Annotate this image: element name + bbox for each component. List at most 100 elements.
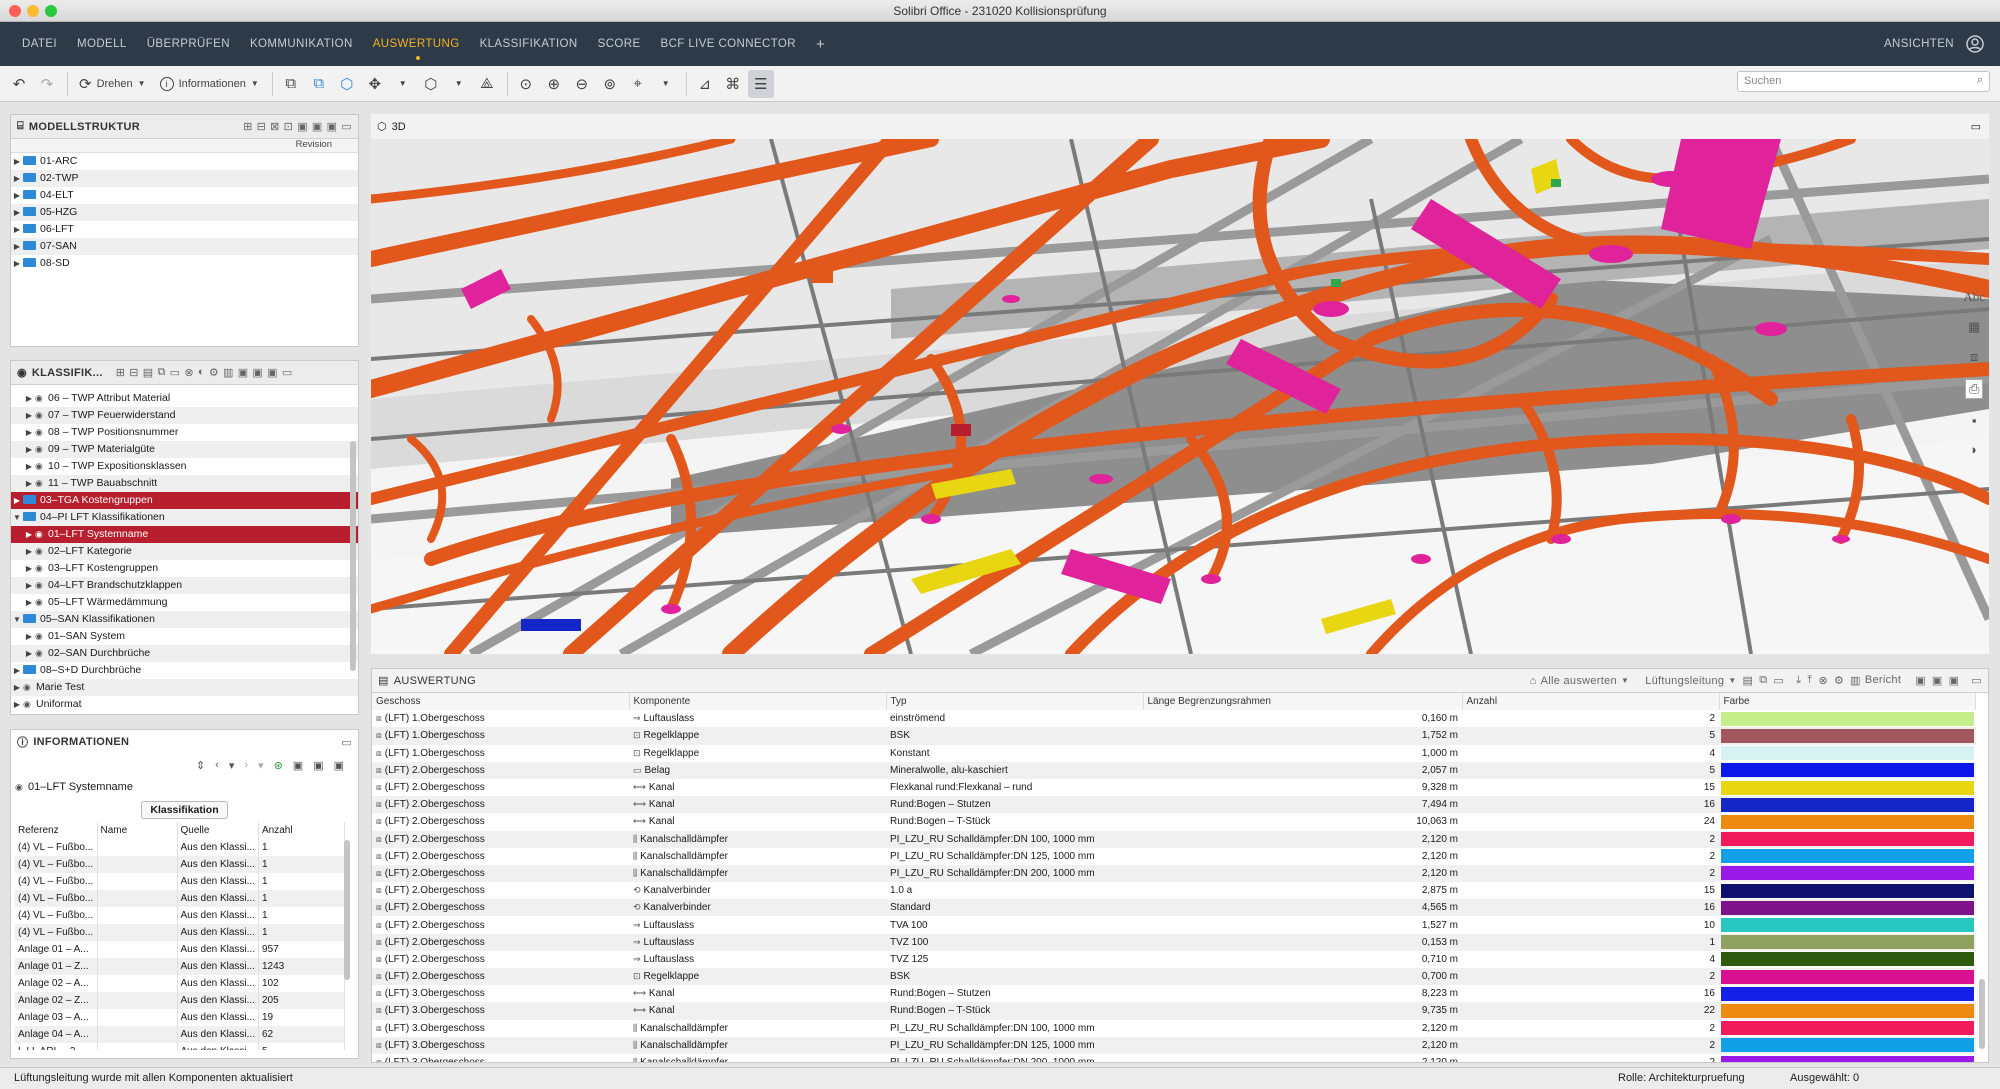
table-row[interactable]: ⧈(LFT) 3.Obergeschoss⫼Kanalschalldämpfer… (372, 1036, 1976, 1054)
classification-item[interactable]: ▶ ◉ 10 – TWP Expositionsklassen (11, 458, 358, 475)
expand-arrow-icon[interactable]: ▶ (23, 424, 35, 441)
cell-farbe[interactable] (1719, 727, 1976, 745)
tab-klassifikation[interactable]: Klassifikation (141, 801, 228, 819)
expand-arrow-icon[interactable]: ▶ (11, 170, 23, 187)
menu-modell[interactable]: MODELL (77, 34, 127, 54)
table-row[interactable]: ⧈(LFT) 3.Obergeschoss⫼Kanalschalldämpfer… (372, 1020, 1976, 1037)
classification-item[interactable]: ▶ ◉ Uniformat (11, 696, 358, 713)
close-window-button[interactable] (9, 5, 21, 17)
sync-icon[interactable]: ⊛ (274, 759, 283, 772)
measure-icon[interactable]: ⊿ (692, 70, 718, 98)
expand-arrow-icon[interactable]: ▶ (11, 187, 23, 204)
menu-auswertung[interactable]: AUSWERTUNG (373, 34, 460, 60)
table-row[interactable]: Anlage 01 – Z... Aus den Klassi... 1243 (15, 958, 345, 975)
pick-icon[interactable]: ⌖ (625, 70, 651, 98)
cell-farbe[interactable] (1719, 1036, 1976, 1054)
chevron-down-icon[interactable]: ▼ (390, 70, 416, 98)
classification-item[interactable]: ▶ ◉ 04–LFT Brandschutzklappen (11, 577, 358, 594)
menu-ansichten[interactable]: ANSICHTEN (1884, 38, 1954, 50)
expand-arrow-icon[interactable]: ▶ (11, 255, 23, 272)
table-row[interactable]: ⧈(LFT) 3.Obergeschoss⫼Kanalschalldämpfer… (372, 1054, 1976, 1062)
expand-arrow-icon[interactable]: ▶ (11, 662, 23, 679)
close-icon[interactable]: ⊗ (184, 366, 194, 379)
classification-item[interactable]: ▶ ◉ 09 – TWP Materialgüte (11, 441, 358, 458)
expand-arrow-icon[interactable]: ▶ (23, 645, 35, 662)
expand-arrow-icon[interactable]: ▶ (23, 407, 35, 424)
cube-blue-icon[interactable]: ⬡ (334, 70, 360, 98)
table-row[interactable]: (4) VL – Fußbo... Aus den Klassi... 1 (15, 856, 345, 873)
lock-icon[interactable]: ▣ (1915, 674, 1926, 687)
table-row[interactable]: ⧈ (LFT) 1.Obergeschoss ⊡ Regelklappe Konstan… (372, 745, 1976, 762)
new-report-icon[interactable]: ▤ (1743, 674, 1754, 687)
cell-farbe[interactable] (1719, 916, 1976, 933)
lock-icon[interactable]: ▣ (267, 366, 278, 379)
classification-item[interactable]: ▼ 05–SAN Klassifikationen (11, 611, 358, 628)
table-row[interactable]: (4) VL – Fußbo... Aus den Klassi... 1 (15, 907, 345, 924)
import-icon[interactable]: ⤒ (1807, 674, 1812, 687)
redo-icon[interactable]: ↷ (34, 70, 60, 98)
expand-arrow-icon[interactable]: ▶ (23, 441, 35, 458)
classification-item[interactable]: ▼ 04–PI LFT Klassifikationen (11, 509, 358, 526)
lock-icon[interactable]: ▣ (297, 120, 308, 133)
column-typ[interactable]: Typ (886, 693, 1144, 711)
menu-score[interactable]: SCORE (598, 34, 641, 54)
cell-farbe[interactable] (1719, 968, 1976, 986)
table-row[interactable]: ⧈ (LFT) 2.Obergeschoss ⫼ Kanalschalldämpfer… (372, 848, 1976, 865)
minimize-window-button[interactable] (27, 5, 39, 17)
cell-farbe[interactable] (1719, 761, 1976, 779)
table-row[interactable]: (4) VL – Fußbo... Aus den Klassi... 1 (15, 873, 345, 890)
column-anzahl[interactable]: Anzahl (1462, 693, 1720, 711)
classification-item[interactable]: ▶ ◉ 06 – TWP Attribut Material (11, 390, 358, 407)
cell-farbe[interactable] (1719, 882, 1976, 899)
view-3d-canvas[interactable]: Abc ▦ ⧈ ⎙ ▪ ◗ (371, 139, 1989, 654)
cell-farbe[interactable] (1719, 779, 1976, 796)
table-row[interactable]: ⧈ (LFT) 2.Obergeschoss ⊡ Regelklappe BSK 0,70… (372, 968, 1976, 986)
zoom-fit-icon[interactable]: ⊙ (513, 70, 539, 98)
table-row[interactable]: ⧈ (LFT) 2.Obergeschoss ⟷ Kanal Rund:Bogen – … (372, 813, 1976, 830)
cell-farbe[interactable] (1719, 813, 1976, 830)
tree-item-08-sd[interactable]: ▶ 08-SD (11, 255, 358, 272)
menu-bcf-live-connector[interactable]: BCF LIVE CONNECTOR (661, 34, 796, 54)
cell-farbe[interactable] (1719, 830, 1976, 848)
expand-arrow-icon[interactable]: ▶ (23, 543, 35, 560)
lock-icon[interactable]: ▣ (293, 759, 303, 772)
info-scrollbar[interactable] (344, 840, 350, 980)
settings-icon[interactable]: ⚙ (1834, 674, 1844, 687)
copy-icon[interactable]: ⧉ (158, 366, 166, 379)
column-farbe[interactable]: Farbe (1719, 693, 1976, 711)
walk-icon[interactable]: ✥ (362, 70, 388, 98)
tree-item-07-san[interactable]: ▶ 07-SAN (11, 238, 358, 255)
visibility-icon[interactable]: ◐ (198, 366, 205, 379)
tree-icon[interactable]: ⊠ (270, 120, 280, 133)
information-dropdown[interactable]: i Informationen ▼ (154, 70, 265, 98)
lock-icon[interactable]: ▣ (334, 759, 344, 772)
cell-farbe[interactable] (1719, 1002, 1976, 1020)
classification-item[interactable]: ▶ 03–TGA Kostengruppen (11, 492, 358, 509)
chevron-down-icon[interactable]: ▼ (653, 70, 679, 98)
add-tab-button[interactable]: + (816, 32, 825, 57)
collapse-arrow-icon[interactable]: ▼ (11, 509, 23, 526)
tree-item-04-elt[interactable]: ▶ 04-ELT (11, 187, 358, 204)
tree-item-01-arc[interactable]: ▶ 01-ARC (11, 153, 358, 170)
menu-datei[interactable]: DATEI (22, 34, 57, 54)
lock-icon[interactable]: ▣ (327, 120, 338, 133)
table-row[interactable]: Anlage 03 – A... Aus den Klassi... 19 (15, 1009, 345, 1026)
zoom-out-icon[interactable]: ⊖ (569, 70, 595, 98)
section-box-icon[interactable]: ⟁ (474, 70, 500, 98)
expand-arrow-icon[interactable]: ▶ (11, 696, 23, 713)
chevron-down-icon[interactable]: ▼ (446, 70, 472, 98)
cell-farbe[interactable] (1719, 985, 1976, 1002)
expand-arrow-icon[interactable]: ▶ (23, 390, 35, 407)
forward-icon[interactable]: › (244, 759, 248, 771)
table-row[interactable]: Anlage 01 – A... Aus den Klassi... 957 (15, 941, 345, 958)
classification-item[interactable]: ▶ ◉ 01–SAN System (11, 628, 358, 645)
undo-icon[interactable]: ↶ (6, 70, 32, 98)
tree-item-05-hzg[interactable]: ▶ 05-HZG (11, 204, 358, 221)
menu-klassifikation[interactable]: KLASSIFIKATION (480, 34, 578, 54)
cell-farbe[interactable] (1719, 933, 1976, 951)
table-row[interactable]: Anlage 02 – A... Aus den Klassi... 102 (15, 975, 345, 992)
map-icon[interactable]: ⌘ (720, 70, 746, 98)
lock-icon[interactable]: ▣ (313, 759, 323, 772)
classification-item[interactable]: ▶ ◉ 02–SAN Durchbrüche (11, 645, 358, 662)
classification-scrollbar[interactable] (350, 441, 356, 671)
